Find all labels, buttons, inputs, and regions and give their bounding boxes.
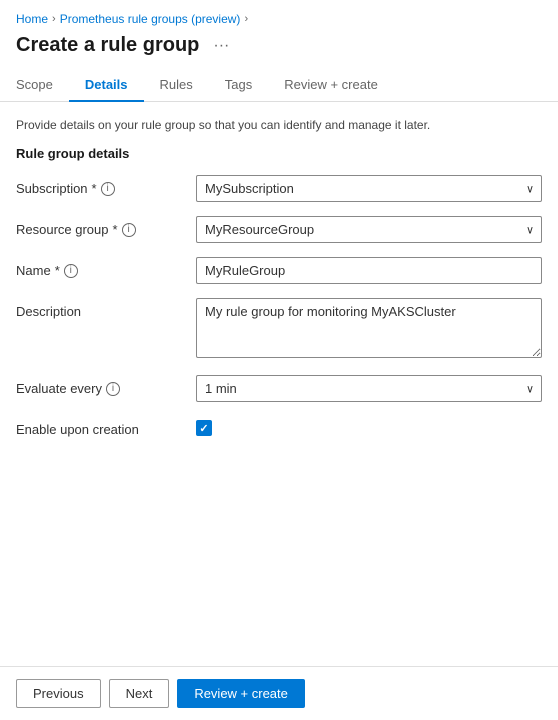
breadcrumb-separator-2: › (244, 13, 248, 25)
evaluate-every-select[interactable]: 1 min5 min10 min15 min30 min (196, 375, 542, 402)
tab-scope[interactable]: Scope (16, 69, 69, 102)
enable-creation-label: Enable upon creation (16, 416, 196, 437)
description-label-text: Description (16, 304, 81, 319)
subscription-field-group: Subscription * i MySubscription ∨ (16, 175, 542, 202)
ellipsis-button[interactable]: ··· (207, 35, 235, 57)
page-title-row: Create a rule group ··· (0, 30, 558, 69)
name-input[interactable] (196, 257, 542, 284)
evaluate-every-select-wrapper: 1 min5 min10 min15 min30 min ∨ (196, 375, 542, 402)
resource-group-info-icon[interactable]: i (122, 223, 136, 237)
subscription-select[interactable]: MySubscription (196, 175, 542, 202)
name-label: Name * i (16, 257, 196, 278)
section-title: Rule group details (16, 146, 542, 161)
evaluate-every-control: 1 min5 min10 min15 min30 min ∨ (196, 375, 542, 402)
resource-group-label: Resource group * i (16, 216, 196, 237)
enable-creation-checkbox-wrapper (196, 416, 542, 436)
info-text: Provide details on your rule group so th… (16, 118, 542, 132)
breadcrumb-prometheus[interactable]: Prometheus rule groups (preview) (60, 12, 241, 26)
resource-group-select[interactable]: MyResourceGroup (196, 216, 542, 243)
tab-rules[interactable]: Rules (144, 69, 209, 102)
subscription-control: MySubscription ∨ (196, 175, 542, 202)
next-button[interactable]: Next (109, 679, 170, 708)
tab-tags[interactable]: Tags (209, 69, 268, 102)
enable-creation-field-group: Enable upon creation (16, 416, 542, 437)
name-control (196, 257, 542, 284)
evaluate-every-label-text: Evaluate every (16, 381, 102, 396)
content-area: Provide details on your rule group so th… (0, 102, 558, 666)
tab-review-create[interactable]: Review + create (268, 69, 394, 102)
name-required: * (55, 263, 60, 278)
page-title: Create a rule group (16, 34, 199, 57)
breadcrumb: Home › Prometheus rule groups (preview) … (0, 0, 558, 30)
resource-group-field-group: Resource group * i MyResourceGroup ∨ (16, 216, 542, 243)
name-info-icon[interactable]: i (64, 264, 78, 278)
description-control (196, 298, 542, 361)
description-textarea-container (196, 298, 542, 361)
description-textarea[interactable] (196, 298, 542, 358)
enable-creation-label-text: Enable upon creation (16, 422, 139, 437)
resource-group-label-text: Resource group (16, 222, 109, 237)
review-create-button[interactable]: Review + create (177, 679, 305, 708)
enable-creation-control (196, 416, 542, 436)
enable-creation-checkbox[interactable] (196, 420, 212, 436)
previous-button[interactable]: Previous (16, 679, 101, 708)
description-field-group: Description (16, 298, 542, 361)
description-label: Description (16, 298, 196, 319)
name-field-group: Name * i (16, 257, 542, 284)
breadcrumb-home[interactable]: Home (16, 12, 48, 26)
subscription-select-wrapper: MySubscription ∨ (196, 175, 542, 202)
resource-group-control: MyResourceGroup ∨ (196, 216, 542, 243)
tabs-container: Scope Details Rules Tags Review + create (0, 69, 558, 102)
breadcrumb-separator-1: › (52, 13, 56, 25)
evaluate-every-field-group: Evaluate every i 1 min5 min10 min15 min3… (16, 375, 542, 402)
resource-group-select-wrapper: MyResourceGroup ∨ (196, 216, 542, 243)
footer: Previous Next Review + create (0, 666, 558, 720)
subscription-label-text: Subscription (16, 181, 88, 196)
evaluate-every-info-icon[interactable]: i (106, 382, 120, 396)
tab-details[interactable]: Details (69, 69, 144, 102)
resource-group-required: * (113, 222, 118, 237)
subscription-info-icon[interactable]: i (101, 182, 115, 196)
subscription-required: * (92, 181, 97, 196)
subscription-label: Subscription * i (16, 175, 196, 196)
evaluate-every-label: Evaluate every i (16, 375, 196, 396)
name-label-text: Name (16, 263, 51, 278)
